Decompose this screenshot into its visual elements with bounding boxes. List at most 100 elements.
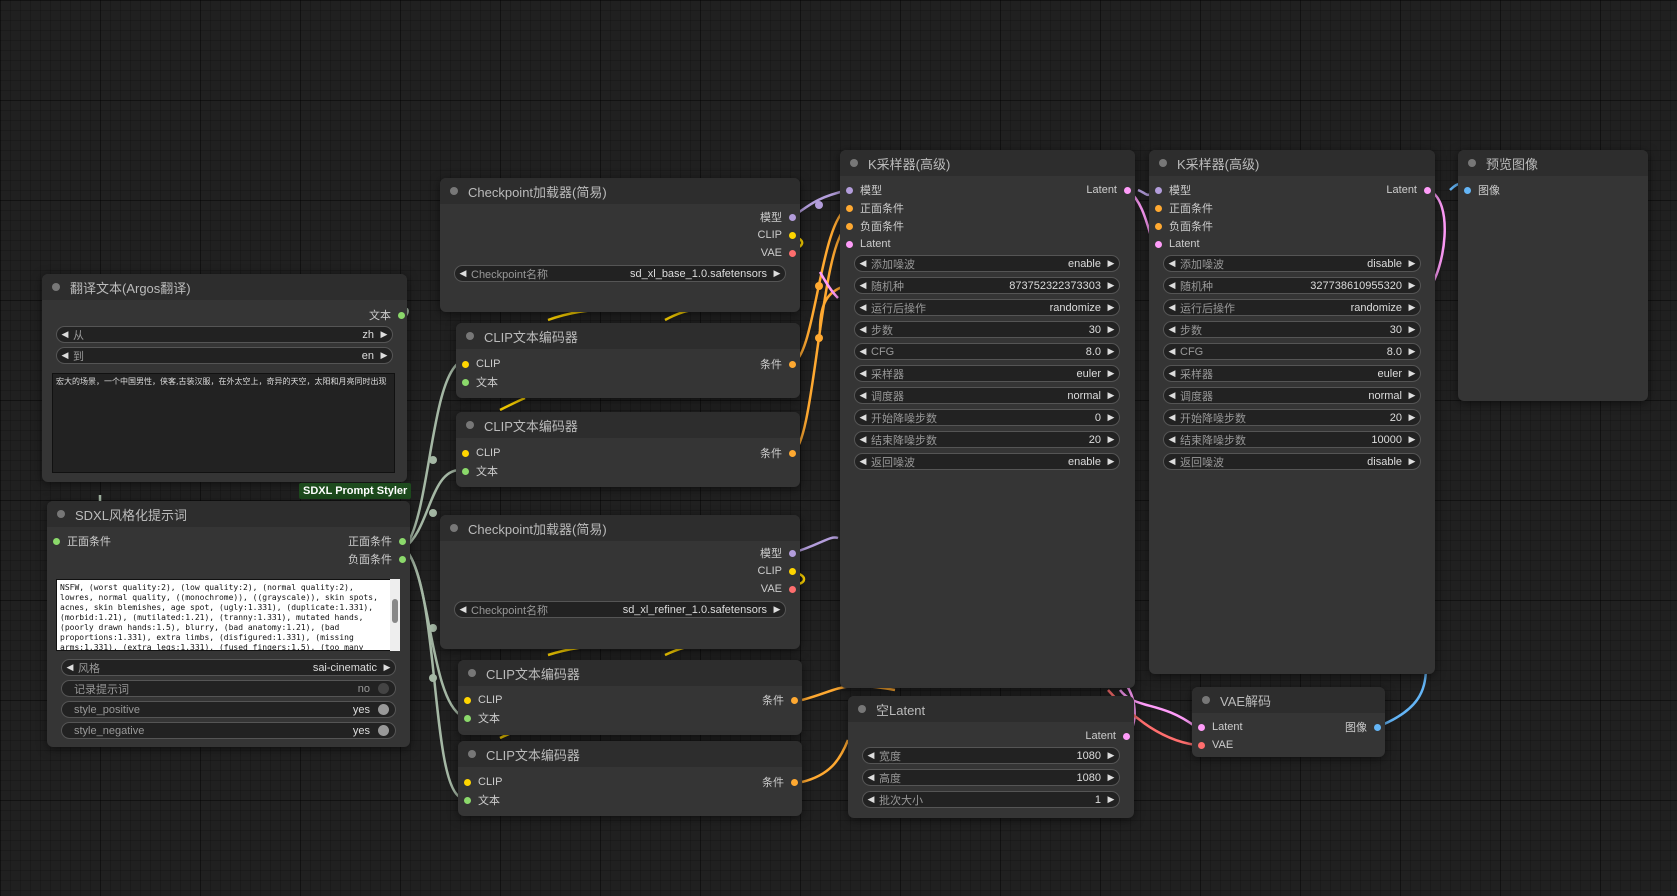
node-title[interactable]: Checkpoint加载器(简易) [440, 178, 800, 204]
arrow-right-icon[interactable]: ▶ [1404, 324, 1420, 335]
arrow-left-icon[interactable]: ◀ [62, 662, 78, 673]
pin-clip[interactable] [462, 449, 469, 457]
checkpoint-loader-base[interactable]: Checkpoint加载器(简易) 模型 CLIP VAE ◀ Checkpoin… [440, 178, 800, 312]
input-clip[interactable]: CLIP [464, 774, 502, 790]
pin-text[interactable] [464, 796, 471, 804]
pin-image[interactable] [1374, 723, 1381, 731]
arrow-left-icon[interactable]: ◀ [855, 258, 871, 269]
arrow-left-icon[interactable]: ◀ [1164, 456, 1180, 467]
widget-cfg[interactable]: ◀ CFG 8.0 ▶ [854, 343, 1120, 360]
output-negative[interactable]: 负面条件 [286, 551, 406, 567]
pin-vae[interactable] [789, 249, 796, 257]
arrow-right-icon[interactable]: ▶ [1103, 750, 1119, 761]
toggle-knob[interactable] [378, 683, 389, 694]
arrow-left-icon[interactable]: ◀ [1164, 368, 1180, 379]
arrow-left-icon[interactable]: ◀ [455, 604, 471, 615]
node-title[interactable]: CLIP文本编码器 [456, 412, 800, 438]
widget-scheduler[interactable]: ◀ 调度器 normal ▶ [1163, 387, 1421, 404]
widget-seed[interactable]: ◀ 随机种 873752322373303 ▶ [854, 277, 1120, 294]
collapse-dot[interactable] [1159, 159, 1167, 167]
widget-end-step[interactable]: ◀ 结束降噪步数 10000 ▶ [1163, 431, 1421, 448]
pin-latent[interactable] [1123, 732, 1130, 740]
node-title[interactable]: K采样器(高级) [840, 150, 1135, 176]
node-title[interactable]: 空Latent [848, 696, 1134, 722]
pin-conditioning[interactable] [846, 204, 853, 212]
pin-text[interactable] [53, 537, 60, 545]
to-combo[interactable]: ◀ 到 en ▶ [56, 347, 393, 364]
pin-text[interactable] [399, 537, 406, 545]
arrow-right-icon[interactable]: ▶ [1404, 346, 1420, 357]
arrow-right-icon[interactable]: ▶ [1404, 412, 1420, 423]
output-positive[interactable]: 正面条件 [286, 533, 406, 549]
widget-return-noise[interactable]: ◀ 返回噪波 disable ▶ [1163, 453, 1421, 470]
pin-clip[interactable] [789, 567, 796, 575]
node-title[interactable]: CLIP文本编码器 [458, 660, 802, 686]
arrow-left-icon[interactable]: ◀ [855, 280, 871, 291]
output-vae[interactable]: VAE [716, 245, 796, 261]
widget-sampler[interactable]: ◀ 采样器 euler ▶ [1163, 365, 1421, 382]
style-negative-toggle[interactable]: style_negative yes [61, 722, 396, 739]
widget-height[interactable]: ◀ 高度 1080 ▶ [862, 769, 1120, 786]
arrow-left-icon[interactable]: ◀ [1164, 434, 1180, 445]
arrow-right-icon[interactable]: ▶ [1103, 412, 1119, 423]
widget-cfg[interactable]: ◀ CFG 8.0 ▶ [1163, 343, 1421, 360]
pin-latent[interactable] [1124, 186, 1131, 194]
input-negative[interactable]: 负面条件 [846, 218, 904, 234]
arrow-right-icon[interactable]: ▶ [1103, 794, 1119, 805]
pin-conditioning[interactable] [791, 778, 798, 786]
arrow-right-icon[interactable]: ▶ [1103, 456, 1119, 467]
widget-start-step[interactable]: ◀ 开始降噪步数 0 ▶ [854, 409, 1120, 426]
output-latent[interactable]: Latent [1051, 182, 1131, 198]
output-latent[interactable]: Latent [1351, 182, 1431, 198]
arrow-right-icon[interactable]: ▶ [1103, 346, 1119, 357]
node-title[interactable]: SDXL风格化提示词 [47, 501, 410, 527]
arrow-left-icon[interactable]: ◀ [57, 350, 73, 361]
input-vae[interactable]: VAE [1198, 737, 1233, 753]
pin-conditioning[interactable] [791, 696, 798, 704]
arrow-right-icon[interactable]: ▶ [1103, 390, 1119, 401]
input-image[interactable]: 图像 [1464, 182, 1500, 198]
input-latent[interactable]: Latent [1198, 719, 1243, 735]
arrow-left-icon[interactable]: ◀ [855, 346, 871, 357]
arrow-left-icon[interactable]: ◀ [855, 302, 871, 313]
collapse-dot[interactable] [1468, 159, 1476, 167]
input-text[interactable]: 文本 [462, 463, 498, 479]
widget-control-after[interactable]: ◀ 运行后操作 randomize ▶ [854, 299, 1120, 316]
log-toggle[interactable]: 记录提示词 no [61, 680, 396, 697]
ksampler-advanced-2[interactable]: K采样器(高级) 模型 正面条件 负面条件 Latent Latent ◀ 添加噪… [1149, 150, 1435, 674]
arrow-left-icon[interactable]: ◀ [1164, 346, 1180, 357]
output-vae[interactable]: VAE [716, 581, 796, 597]
arrow-left-icon[interactable]: ◀ [1164, 324, 1180, 335]
input-latent[interactable]: Latent [846, 236, 891, 252]
pin-text[interactable] [464, 714, 471, 722]
output-conditioning[interactable]: 条件 [718, 692, 798, 708]
widget-scheduler[interactable]: ◀ 调度器 normal ▶ [854, 387, 1120, 404]
node-title[interactable]: Checkpoint加载器(简易) [440, 515, 800, 541]
arrow-left-icon[interactable]: ◀ [1164, 390, 1180, 401]
collapse-dot[interactable] [468, 669, 476, 677]
arrow-left-icon[interactable]: ◀ [863, 750, 879, 761]
collapse-dot[interactable] [466, 332, 474, 340]
pin-latent[interactable] [846, 240, 853, 248]
pin-clip[interactable] [462, 360, 469, 368]
input-negative[interactable]: 负面条件 [1155, 218, 1213, 234]
arrow-left-icon[interactable]: ◀ [855, 456, 871, 467]
input-clip[interactable]: CLIP [462, 445, 500, 461]
arrow-right-icon[interactable]: ▶ [1404, 390, 1420, 401]
pin-conditioning[interactable] [1155, 222, 1162, 230]
collapse-dot[interactable] [468, 750, 476, 758]
input-positive[interactable]: 正面条件 [846, 200, 904, 216]
output-conditioning[interactable]: 条件 [716, 356, 796, 372]
collapse-dot[interactable] [450, 524, 458, 532]
widget-end-step[interactable]: ◀ 结束降噪步数 20 ▶ [854, 431, 1120, 448]
pin-clip[interactable] [464, 778, 471, 786]
pin-text[interactable] [399, 555, 406, 563]
clip-text-encoder-3[interactable]: CLIP文本编码器 CLIP 文本 条件 [458, 660, 802, 735]
arrow-right-icon[interactable]: ▶ [376, 329, 392, 340]
input-model[interactable]: 模型 [1155, 182, 1191, 198]
style-combo[interactable]: ◀ 风格 sai-cinematic ▶ [61, 659, 396, 676]
output-model[interactable]: 模型 [716, 545, 796, 561]
input-latent[interactable]: Latent [1155, 236, 1200, 252]
arrow-right-icon[interactable]: ▶ [379, 662, 395, 673]
preview-image-node[interactable]: 预览图像 图像 [1458, 150, 1648, 401]
